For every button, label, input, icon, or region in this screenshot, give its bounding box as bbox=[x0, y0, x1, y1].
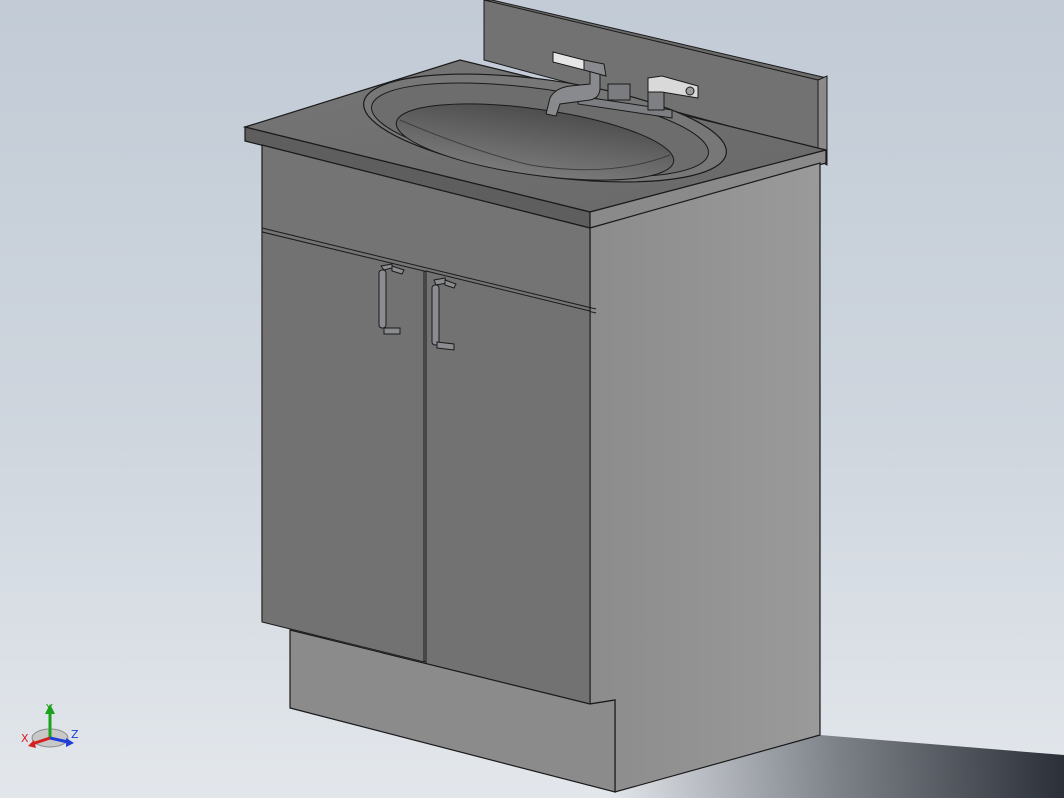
left-door[interactable] bbox=[261, 231, 425, 663]
z-axis-label: Z bbox=[71, 728, 79, 741]
graphics-viewport[interactable]: Y X Z bbox=[0, 0, 1064, 798]
coordinate-triad[interactable]: Y X Z bbox=[21, 702, 79, 748]
model-canvas[interactable]: Y X Z bbox=[0, 0, 1064, 798]
x-axis-label: X bbox=[21, 732, 29, 745]
cabinet-side[interactable] bbox=[589, 162, 821, 793]
right-door[interactable] bbox=[425, 270, 591, 705]
y-axis-label: Y bbox=[45, 702, 53, 715]
